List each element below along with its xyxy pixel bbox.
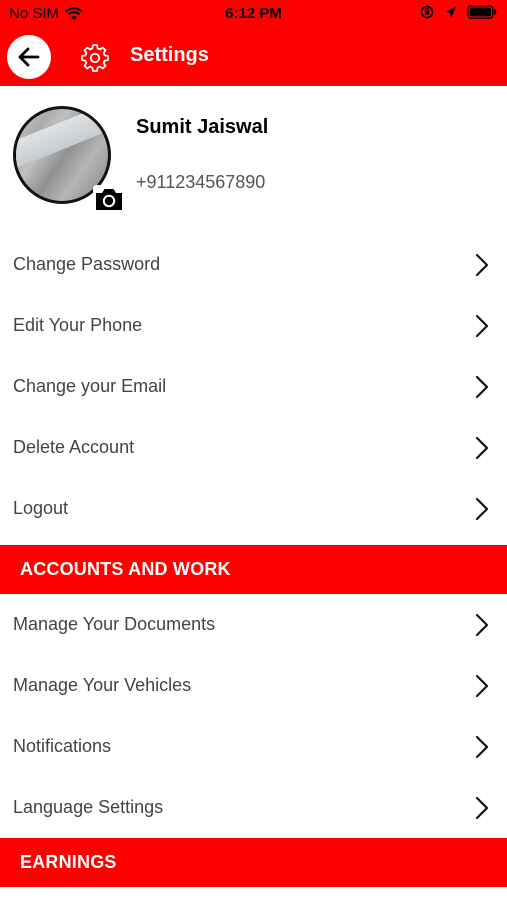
chevron-right-icon [475,436,489,459]
chevron-right-icon [475,735,489,758]
chevron-right-icon [475,674,489,697]
menu-item-manage-vehicles[interactable]: Manage Your Vehicles [0,655,507,716]
chevron-right-icon [475,314,489,337]
menu-item-label: Language Settings [13,797,164,817]
profile-section: Sumit Jaiswal +911234567890 [0,86,507,228]
page-title: Settings [130,44,209,66]
camera-icon[interactable] [92,184,126,214]
menu-item-notifications[interactable]: Notifications [0,716,507,777]
chevron-right-icon [475,796,489,819]
section-title: EARNINGS [20,852,117,872]
battery-icon [467,5,497,19]
menu-item-label: Manage Your Documents [13,614,216,634]
section-header-earnings: EARNINGS [0,838,507,887]
back-arrow-icon [18,47,40,67]
menu-item-edit-phone[interactable]: Edit Your Phone [0,295,507,356]
section-title: ACCOUNTS AND WORK [20,559,231,579]
back-button[interactable] [7,35,51,79]
profile-phone: +911234567890 [136,172,266,192]
menu-item-label: Logout [13,498,69,518]
chevron-right-icon [475,375,489,398]
menu-item-delete-account[interactable]: Delete Account [0,417,507,478]
menu-item-label: Change Password [13,254,161,274]
menu-item-label: Notifications [13,736,112,756]
menu-item-change-password[interactable]: Change Password [0,234,507,295]
orientation-lock-icon [420,5,434,19]
menu-item-label: Delete Account [13,437,135,457]
chevron-right-icon [475,253,489,276]
gear-icon [81,44,109,72]
status-bar: No SIM 6:12 PM [0,0,507,28]
section-header-accounts-and-work: ACCOUNTS AND WORK [0,545,507,594]
menu-item-change-email[interactable]: Change your Email [0,356,507,417]
app-header: Settings [0,28,507,86]
settings-screen: No SIM 6:12 PM Settings Sumit Jaiswal +9… [0,0,507,900]
menu-item-label: Change your Email [13,376,167,396]
status-right [420,5,497,19]
menu-item-manage-documents[interactable]: Manage Your Documents [0,594,507,655]
menu-item-logout[interactable]: Logout [0,478,507,539]
chevron-right-icon [475,613,489,636]
profile-name: Sumit Jaiswal [136,116,269,138]
menu-item-label: Manage Your Vehicles [13,675,192,695]
menu-item-language-settings[interactable]: Language Settings [0,777,507,838]
menu-item-label: Edit Your Phone [13,315,143,335]
location-arrow-icon [445,6,456,18]
chevron-right-icon [475,497,489,520]
